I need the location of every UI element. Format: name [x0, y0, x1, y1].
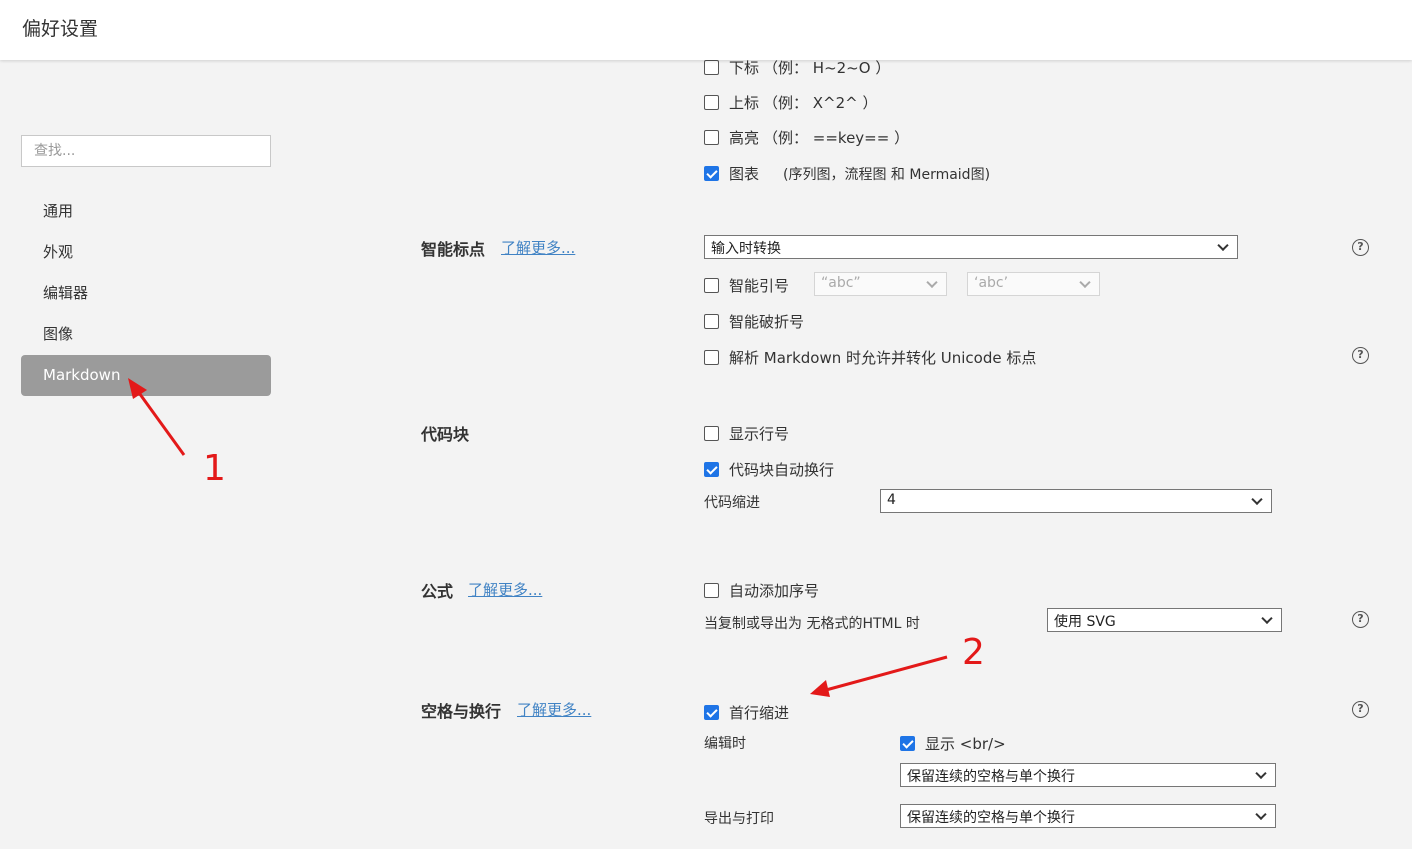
code-wrap-option[interactable]: 代码块自动换行	[704, 459, 834, 480]
superscript-checkbox[interactable]	[704, 95, 719, 110]
sidebar-item-image[interactable]: 图像	[21, 314, 271, 355]
superscript-option[interactable]: 上标 （例： X^2^ ）	[704, 92, 878, 113]
show-br-label: 显示 <br/>	[925, 735, 1006, 753]
double-quote-select[interactable]: “abc”	[814, 272, 947, 296]
show-br-option[interactable]: 显示 <br/>	[900, 733, 1006, 754]
smart-punct-value: 输入时转换	[711, 241, 781, 257]
code-indent-value: 4	[887, 492, 896, 508]
superscript-example: （例： X^2^ ）	[763, 94, 878, 112]
chevron-down-icon	[1255, 767, 1267, 780]
annotation-number-2: 2	[962, 632, 985, 673]
code-wrap-label: 代码块自动换行	[729, 461, 835, 479]
diagrams-option[interactable]: 图表 (序列图，流程图 和 Mermaid图)	[704, 163, 990, 184]
help-icon[interactable]: ?	[1352, 239, 1369, 256]
editing-whitespace-value: 保留连续的空格与单个换行	[907, 769, 1075, 785]
line-numbers-checkbox[interactable]	[704, 426, 719, 441]
export-label: 导出与打印	[704, 811, 774, 827]
superscript-label: 上标	[729, 94, 760, 112]
highlight-checkbox[interactable]	[704, 130, 719, 145]
highlight-label: 高亮	[729, 129, 760, 147]
smart-punct-title: 智能标点	[421, 240, 486, 259]
single-quote-select[interactable]: ‘abc’	[967, 272, 1100, 296]
editing-whitespace-select[interactable]: 保留连续的空格与单个换行	[900, 763, 1276, 787]
auto-number-option[interactable]: 自动添加序号	[704, 580, 819, 601]
chevron-down-icon	[1261, 612, 1273, 625]
code-wrap-checkbox[interactable]	[704, 462, 719, 477]
show-br-checkbox[interactable]	[900, 736, 915, 751]
editing-label: 编辑时	[704, 736, 746, 752]
unicode-punct-option[interactable]: 解析 Markdown 时允许并转化 Unicode 标点	[704, 347, 1036, 368]
whitespace-learn-more[interactable]: 了解更多...	[517, 699, 591, 720]
diagrams-label: 图表	[729, 165, 760, 183]
smart-punct-learn-more[interactable]: 了解更多...	[501, 237, 575, 258]
auto-number-label: 自动添加序号	[729, 582, 820, 600]
whitespace-title: 空格与换行	[421, 702, 502, 721]
line-numbers-option[interactable]: 显示行号	[704, 423, 789, 444]
settings-content: 下标 （例： H~2~O ） 上标 （例： X^2^ ） 高亮 （例： ==ke…	[290, 57, 1412, 849]
chevron-down-icon	[1079, 276, 1091, 289]
first-indent-label: 首行缩进	[729, 704, 790, 722]
first-indent-checkbox[interactable]	[704, 705, 719, 720]
export-whitespace-value: 保留连续的空格与单个换行	[907, 810, 1075, 826]
double-quote-value: “abc”	[821, 275, 861, 291]
subscript-checkbox[interactable]	[704, 60, 719, 75]
code-indent-select[interactable]: 4	[880, 489, 1272, 513]
help-icon[interactable]: ?	[1352, 701, 1369, 718]
unicode-punct-label: 解析 Markdown 时允许并转化 Unicode 标点	[729, 349, 1037, 367]
sidebar-item-general[interactable]: 通用	[21, 191, 271, 232]
chevron-down-icon	[1255, 808, 1267, 821]
sidebar-item-editor[interactable]: 编辑器	[21, 273, 271, 314]
auto-number-checkbox[interactable]	[704, 583, 719, 598]
chevron-down-icon	[926, 276, 938, 289]
smart-quotes-label: 智能引号	[729, 277, 790, 295]
title-bar: 偏好设置	[0, 0, 1412, 60]
code-indent-label: 代码缩进	[704, 495, 760, 511]
first-indent-option[interactable]: 首行缩进	[704, 702, 789, 723]
copy-export-select[interactable]: 使用 SVG	[1047, 608, 1282, 632]
math-title: 公式	[421, 582, 454, 601]
smart-dashes-label: 智能破折号	[729, 313, 805, 331]
line-numbers-label: 显示行号	[729, 425, 790, 443]
highlight-example: （例： ==key== ）	[763, 129, 910, 147]
unicode-punct-checkbox[interactable]	[704, 350, 719, 365]
diagrams-checkbox[interactable]	[704, 166, 719, 181]
smart-quotes-option[interactable]: 智能引号	[704, 275, 789, 296]
copy-export-label: 当复制或导出为 无格式的HTML 时	[704, 616, 920, 632]
help-icon[interactable]: ?	[1352, 611, 1369, 628]
copy-export-value: 使用 SVG	[1054, 614, 1116, 630]
smart-dashes-checkbox[interactable]	[704, 314, 719, 329]
smart-quotes-checkbox[interactable]	[704, 278, 719, 293]
diagrams-note: (序列图，流程图 和 Mermaid图)	[783, 166, 991, 183]
sidebar-item-markdown[interactable]: Markdown	[21, 355, 271, 396]
annotation-number-1: 1	[203, 448, 226, 489]
sidebar: 通用 外观 编辑器 图像 Markdown	[0, 60, 290, 849]
code-block-title: 代码块	[421, 425, 470, 444]
highlight-option[interactable]: 高亮 （例： ==key== ）	[704, 127, 909, 148]
window-title: 偏好设置	[22, 18, 99, 40]
chevron-down-icon	[1251, 493, 1263, 506]
subscript-example: （例： H~2~O ）	[763, 59, 891, 77]
smart-dashes-option[interactable]: 智能破折号	[704, 311, 804, 332]
math-learn-more[interactable]: 了解更多...	[468, 579, 542, 600]
smart-punct-select[interactable]: 输入时转换	[704, 235, 1238, 259]
export-whitespace-select[interactable]: 保留连续的空格与单个换行	[900, 804, 1276, 828]
search-input[interactable]	[21, 135, 271, 167]
chevron-down-icon	[1217, 239, 1229, 252]
sidebar-item-appearance[interactable]: 外观	[21, 232, 271, 273]
subscript-option[interactable]: 下标 （例： H~2~O ）	[704, 57, 890, 78]
help-icon[interactable]: ?	[1352, 347, 1369, 364]
subscript-label: 下标	[729, 59, 760, 77]
single-quote-value: ‘abc’	[974, 275, 1009, 291]
